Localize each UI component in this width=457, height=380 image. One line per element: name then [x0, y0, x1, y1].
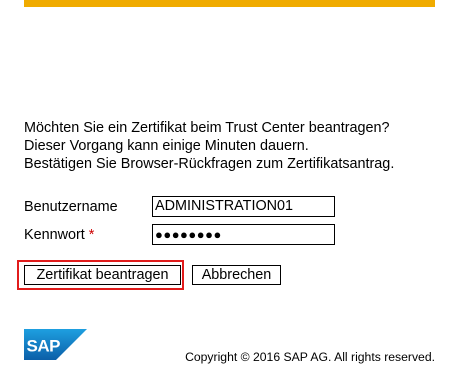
sap-logo: SAP — [24, 329, 87, 360]
cancel-button[interactable]: Abbrechen — [192, 265, 281, 285]
message-line-1: Möchten Sie ein Zertifikat beim Trust Ce… — [24, 120, 390, 136]
username-field[interactable] — [152, 196, 335, 217]
password-field[interactable] — [152, 224, 335, 245]
copyright-notice: Copyright © 2016 SAP AG. All rights rese… — [185, 350, 435, 364]
password-label: Kennwort — [24, 227, 85, 243]
message-line-2: Dieser Vorgang kann einige Minuten dauer… — [24, 138, 309, 154]
request-message: Möchten Sie ein Zertifikat beim Trust Ce… — [24, 119, 449, 173]
required-marker: * — [88, 227, 95, 243]
sap-logo-text: SAP — [27, 337, 61, 356]
top-accent-bar — [24, 0, 435, 7]
username-label: Benutzername — [24, 199, 118, 215]
request-certificate-button[interactable]: Zertifikat beantragen — [24, 265, 181, 285]
password-label-wrap: Kennwort * — [24, 226, 94, 244]
message-line-3: Bestätigen Sie Browser-Rückfragen zum Ze… — [24, 156, 395, 172]
